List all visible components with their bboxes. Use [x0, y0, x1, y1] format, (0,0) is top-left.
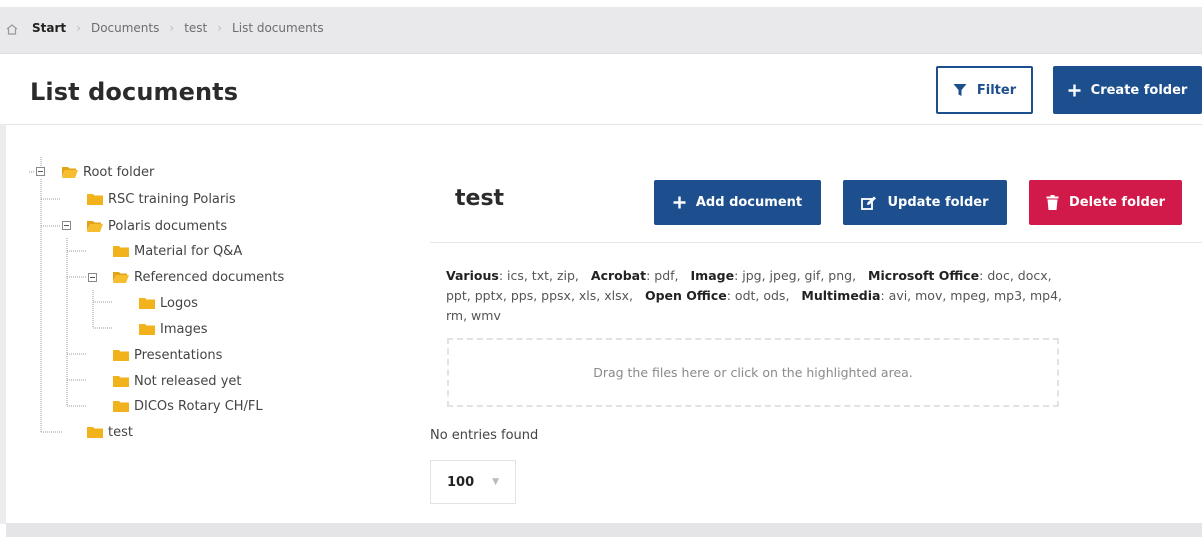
page-size-select[interactable]: 100 ▼: [430, 460, 516, 504]
no-entries-message: No entries found: [430, 428, 539, 443]
filter-button-label: Filter: [976, 82, 1017, 98]
tree-node-images[interactable]: Images: [139, 320, 208, 338]
page-size-value: 100: [447, 474, 475, 490]
tree-node-not-released[interactable]: Not released yet: [113, 372, 242, 390]
delete-folder-label: Delete folder: [1068, 195, 1165, 210]
tree-node-root-folder[interactable]: Root folder: [62, 163, 154, 181]
folder-icon: [113, 246, 129, 257]
chevron-right-icon: ›: [169, 21, 175, 35]
folder-title: test: [455, 186, 505, 211]
edit-icon: [861, 196, 877, 210]
funnel-icon: [953, 84, 967, 96]
collapse-toggle-root[interactable]: [36, 167, 45, 176]
plus-icon: [1068, 84, 1081, 96]
breadcrumb-start[interactable]: Start: [32, 21, 66, 35]
folder-icon: [139, 298, 155, 309]
file-type-group: Image: jpg, jpeg, gif, png,: [690, 268, 857, 283]
file-type-group: Various: ics, txt, zip,: [446, 268, 579, 283]
folder-icon: [87, 427, 103, 438]
update-folder-button[interactable]: Update folder: [843, 180, 1007, 225]
tree-node-material-qa[interactable]: Material for Q&A: [113, 242, 242, 260]
chevron-down-icon: ▼: [492, 477, 499, 487]
folder-icon: [113, 350, 129, 361]
breadcrumb-test[interactable]: test: [184, 21, 207, 35]
file-type-group: Open Office: odt, ods,: [644, 288, 790, 303]
page-title: List documents: [30, 78, 239, 106]
tree-node-test[interactable]: test: [87, 423, 133, 441]
footer-bar: [6, 523, 1202, 537]
delete-folder-button[interactable]: Delete folder: [1029, 180, 1182, 225]
divider: [430, 242, 1202, 243]
file-dropzone[interactable]: Drag the files here or click on the high…: [447, 338, 1059, 407]
page-header: List documents Filter Create folder: [6, 54, 1202, 125]
folder-open-icon: [62, 167, 78, 178]
tree-node-polaris-documents[interactable]: Polaris documents: [87, 217, 227, 235]
breadcrumb-current: List documents: [232, 21, 324, 35]
plus-icon: [673, 196, 686, 209]
trash-icon: [1046, 195, 1059, 210]
allowed-file-types: Various: ics, txt, zip, Acrobat: pdf, Im…: [446, 266, 1066, 326]
folder-open-icon: [87, 221, 103, 232]
create-folder-label: Create folder: [1090, 82, 1188, 98]
create-folder-button[interactable]: Create folder: [1053, 66, 1202, 114]
filter-button[interactable]: Filter: [936, 66, 1033, 114]
update-folder-label: Update folder: [887, 195, 989, 210]
dropzone-text: Drag the files here or click on the high…: [593, 365, 913, 380]
add-document-button[interactable]: Add document: [654, 180, 821, 225]
folder-open-icon: [113, 272, 129, 283]
home-icon[interactable]: [6, 24, 18, 35]
file-type-group: Acrobat: pdf,: [590, 268, 679, 283]
tree-node-logos[interactable]: Logos: [139, 294, 198, 312]
chevron-right-icon: ›: [217, 21, 223, 35]
breadcrumb-documents[interactable]: Documents: [91, 21, 159, 35]
folder-icon: [87, 194, 103, 205]
collapse-toggle-polaris[interactable]: [62, 221, 71, 230]
folder-tree: Root folder RSC training Polaris Polaris…: [0, 124, 420, 454]
folder-icon: [113, 376, 129, 387]
tree-node-dicos-rotary[interactable]: DICOs Rotary CH/FL: [113, 397, 263, 415]
tree-node-referenced-documents[interactable]: Referenced documents: [113, 268, 284, 286]
add-document-label: Add document: [695, 195, 803, 210]
tree-node-presentations[interactable]: Presentations: [113, 346, 222, 364]
breadcrumb: Start › Documents › test › List document…: [32, 21, 324, 35]
folder-icon: [113, 401, 129, 412]
tree-node-rsc-training[interactable]: RSC training Polaris: [87, 190, 236, 208]
breadcrumb-bar: Start › Documents › test › List document…: [0, 7, 1202, 54]
folder-icon: [139, 324, 155, 335]
collapse-toggle-referenced[interactable]: [88, 273, 97, 282]
chevron-right-icon: ›: [76, 21, 81, 35]
